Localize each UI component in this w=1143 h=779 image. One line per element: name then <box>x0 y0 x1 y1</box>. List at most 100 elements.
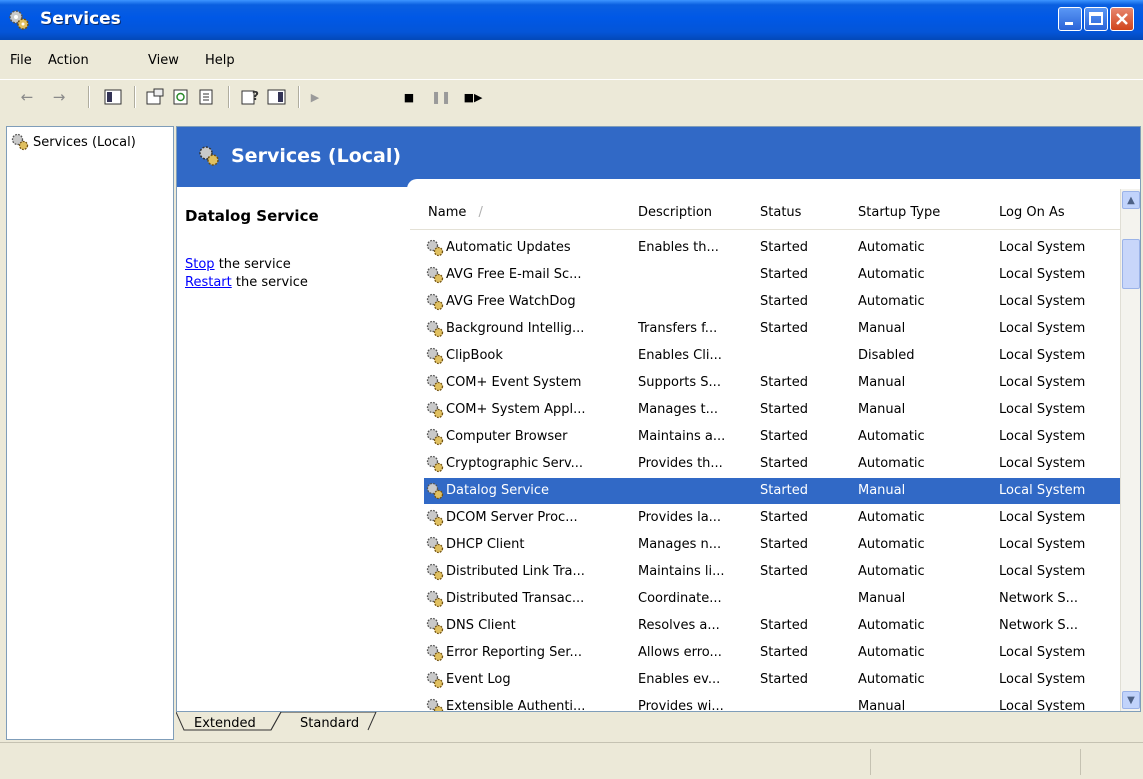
properties-icon[interactable] <box>144 87 166 107</box>
scroll-down-button[interactable]: ▼ <box>1122 691 1140 709</box>
forward-arrow-icon[interactable]: → <box>48 87 70 107</box>
restart-service-link[interactable]: Restart <box>185 275 232 290</box>
vertical-scrollbar[interactable]: ▲ ▼ <box>1120 189 1140 711</box>
pane-header: Services (Local) <box>177 127 1140 189</box>
service-logon-cell: Network S... <box>999 618 1079 633</box>
back-arrow-icon[interactable]: ← <box>16 87 38 107</box>
menu-bar: File Action View Help <box>0 48 1143 74</box>
service-startup-cell: Automatic <box>858 456 925 471</box>
service-name-cell: DNS Client <box>446 618 516 633</box>
table-row[interactable]: AVG Free WatchDog Started Automatic Local S… <box>424 289 1120 315</box>
tab-standard[interactable]: Standard <box>300 712 359 736</box>
table-row[interactable]: AVG Free E-mail Sc... Started Automatic Loc… <box>424 262 1120 288</box>
pause-service-icon[interactable]: ❚❚ <box>430 87 452 107</box>
refresh-icon[interactable] <box>170 87 192 107</box>
window-title: Services <box>40 9 121 29</box>
service-logon-cell: Local System <box>999 510 1086 525</box>
service-name-cell: Cryptographic Serv... <box>446 456 584 471</box>
menu-help[interactable]: Help <box>205 53 235 68</box>
table-row[interactable]: ClipBook Enables Cli... Disabled Local Syst… <box>424 343 1120 369</box>
service-description-cell: Enables th... <box>638 240 719 255</box>
table-row[interactable]: COM+ System Appl... Manages t... Started Ma… <box>424 397 1120 423</box>
service-startup-cell: Manual <box>858 591 906 606</box>
column-header-name[interactable]: Name / <box>428 205 483 220</box>
table-row[interactable]: Background Intellig... Transfers f... Star… <box>424 316 1120 342</box>
scroll-thumb[interactable] <box>1122 239 1140 289</box>
service-description-cell: Transfers f... <box>638 321 718 336</box>
service-startup-cell: Manual <box>858 699 906 712</box>
restart-service-icon[interactable]: ■▶ <box>462 87 484 107</box>
stop-service-link[interactable]: Stop <box>185 257 215 272</box>
gears-icon <box>426 590 444 608</box>
service-status-cell: Started <box>760 537 809 552</box>
header-curve <box>407 179 1140 189</box>
toolbar: ← → ? ▶ ■ ❚❚ ■▶ <box>0 79 1143 114</box>
table-row[interactable]: Cryptographic Serv... Provides th... Start… <box>424 451 1120 477</box>
stop-service-icon[interactable]: ■ <box>398 87 420 107</box>
service-status-cell: Started <box>760 645 809 660</box>
service-startup-cell: Disabled <box>858 348 915 363</box>
service-status-cell: Started <box>760 429 809 444</box>
service-startup-cell: Automatic <box>858 618 925 633</box>
service-name-cell: Event Log <box>446 672 511 687</box>
show-hide-action-pane-icon[interactable] <box>266 87 288 107</box>
table-row[interactable]: DNS Client Resolves a... Started Automatic N… <box>424 613 1120 639</box>
gears-icon <box>426 266 444 284</box>
service-description-cell: Enables Cli... <box>638 348 722 363</box>
service-logon-cell: Local System <box>999 375 1086 390</box>
gears-icon <box>426 671 444 689</box>
help-icon[interactable]: ? <box>240 87 262 107</box>
table-row[interactable]: Computer Browser Maintains a... Started Aut… <box>424 424 1120 450</box>
column-header-status[interactable]: Status <box>760 205 801 220</box>
tree-item-services-local[interactable]: Services (Local) <box>11 133 136 151</box>
gears-icon <box>426 401 444 419</box>
service-startup-cell: Automatic <box>858 564 925 579</box>
table-row[interactable]: DHCP Client Manages n... Started Automatic L… <box>424 532 1120 558</box>
view-tabs: Extended Standard <box>176 712 1139 738</box>
maximize-button[interactable] <box>1084 7 1108 31</box>
table-row[interactable]: Automatic Updates Enables th... Started Aut… <box>424 235 1120 261</box>
menu-action[interactable]: Action <box>48 53 89 68</box>
service-logon-cell: Local System <box>999 699 1086 712</box>
menu-file[interactable]: File <box>10 53 32 68</box>
tab-extended[interactable]: Extended <box>194 712 256 736</box>
table-row[interactable]: DCOM Server Proc... Provides la... Started… <box>424 505 1120 531</box>
service-startup-cell: Automatic <box>858 645 925 660</box>
service-name-cell: DCOM Server Proc... <box>446 510 578 525</box>
service-logon-cell: Local System <box>999 672 1086 687</box>
minimize-icon <box>1065 22 1073 25</box>
column-header-log-on-as[interactable]: Log On As <box>999 205 1065 220</box>
start-service-icon[interactable]: ▶ <box>304 87 326 107</box>
table-row[interactable]: COM+ Event System Supports S... Started Man… <box>424 370 1120 396</box>
toolbar-separator <box>228 86 230 108</box>
svg-text:?: ? <box>252 89 259 103</box>
show-hide-console-tree-icon[interactable] <box>102 87 124 107</box>
table-row[interactable]: Distributed Link Tra... Maintains li... St… <box>424 559 1120 585</box>
services-pane: Services (Local) Datalog Service Stop th… <box>176 126 1141 712</box>
column-header-description[interactable]: Description <box>638 205 712 220</box>
pane-title: Services (Local) <box>231 145 402 167</box>
table-row[interactable]: Error Reporting Ser... Allows erro... Star… <box>424 640 1120 666</box>
export-list-icon[interactable] <box>196 87 218 107</box>
service-name-cell: Automatic Updates <box>446 240 571 255</box>
table-row[interactable]: Extensible Authenti... Provides wi... Manu… <box>424 694 1120 712</box>
gears-icon <box>426 428 444 446</box>
service-name-cell: AVG Free WatchDog <box>446 294 576 309</box>
table-row[interactable]: Event Log Enables ev... Started Automatic Lo… <box>424 667 1120 693</box>
menu-view[interactable]: View <box>148 53 179 68</box>
column-header-startup-type[interactable]: Startup Type <box>858 205 940 220</box>
table-row[interactable]: Datalog Service Started Manual Local System <box>424 478 1120 504</box>
toolbar-separator <box>88 86 90 108</box>
table-row[interactable]: Distributed Transac... Coordinate... Manua… <box>424 586 1120 612</box>
service-name-cell: Extensible Authenti... <box>446 699 586 712</box>
gears-icon <box>426 347 444 365</box>
service-name-cell: ClipBook <box>446 348 503 363</box>
gears-icon <box>426 320 444 338</box>
scroll-up-button[interactable]: ▲ <box>1122 191 1140 209</box>
service-status-cell: Started <box>760 483 809 498</box>
minimize-button[interactable] <box>1058 7 1082 31</box>
service-startup-cell: Automatic <box>858 672 925 687</box>
service-name-cell: DHCP Client <box>446 537 525 552</box>
close-button[interactable] <box>1110 7 1134 31</box>
tree-item-label: Services (Local) <box>33 134 136 150</box>
